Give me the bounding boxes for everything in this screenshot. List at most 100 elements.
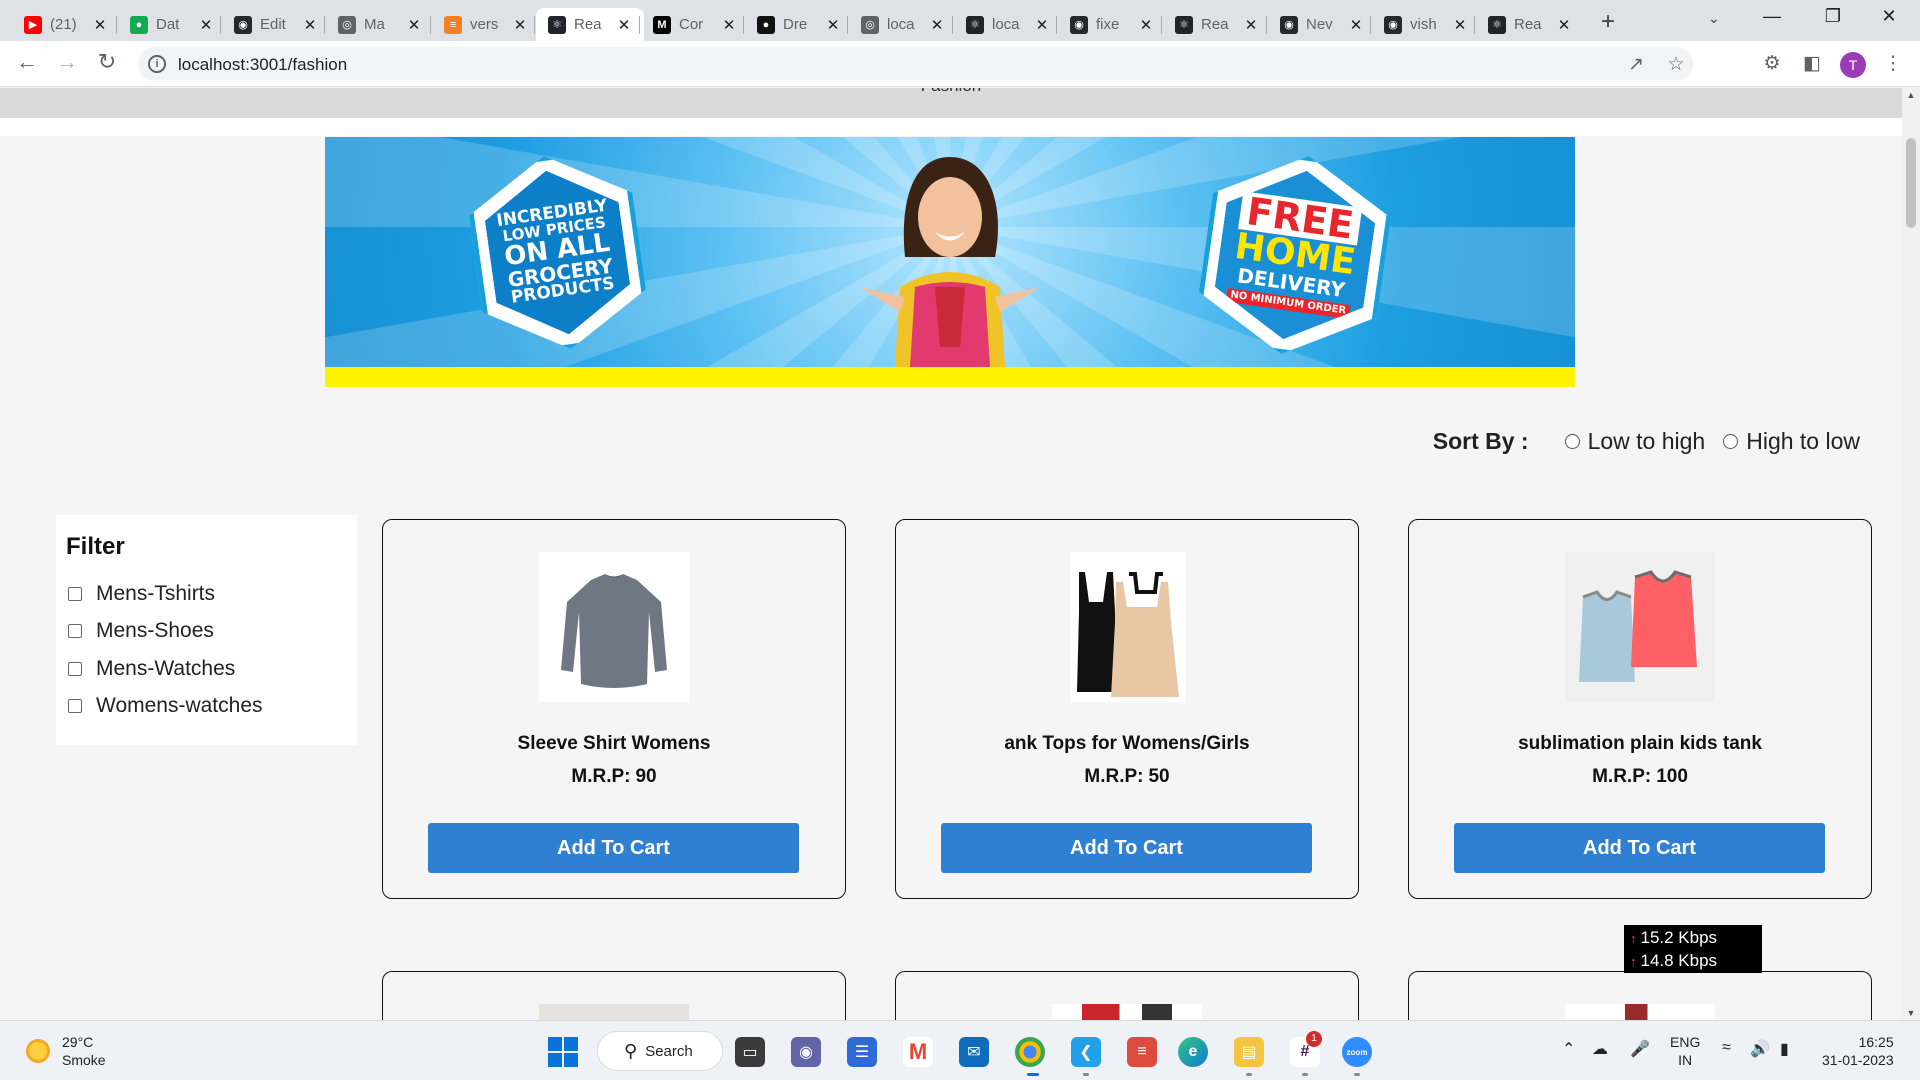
browser-tab[interactable]: ⚛ Rea ✕	[1476, 8, 1580, 41]
add-to-cart-button[interactable]: Add To Cart	[428, 823, 799, 873]
edge-icon[interactable]: e	[1178, 1037, 1208, 1067]
reload-icon[interactable]: ↻	[93, 49, 121, 75]
sort-high-to-low-radio[interactable]: High to low	[1723, 428, 1860, 455]
product-image-partial[interactable]	[539, 1004, 689, 1020]
filter-womens-watches[interactable]: Womens-watches	[66, 688, 347, 726]
radio-circle[interactable]	[1564, 434, 1580, 449]
profile-avatar[interactable]: T	[1840, 52, 1866, 78]
tab-close-icon[interactable]: ✕	[1452, 16, 1468, 34]
tab-close-icon[interactable]: ✕	[721, 16, 737, 34]
browser-tab[interactable]: ⚛ Rea ✕	[1163, 8, 1267, 41]
close-window-icon[interactable]: ✕	[1869, 6, 1909, 27]
browser-tab[interactable]: M Cor ✕	[641, 8, 745, 41]
checkbox[interactable]	[68, 699, 82, 714]
tab-close-icon[interactable]: ✕	[92, 16, 108, 34]
taskbar-search[interactable]: ⚲ Search	[597, 1031, 723, 1071]
tab-close-icon[interactable]: ✕	[929, 16, 945, 34]
browser-tab[interactable]: ◉ Edit ✕	[222, 8, 326, 41]
wifi-icon[interactable]: ≈	[1722, 1039, 1731, 1057]
product-image-kids-tanks[interactable]	[1565, 552, 1715, 702]
tab-close-icon[interactable]: ✕	[302, 16, 318, 34]
tab-close-icon[interactable]: ✕	[825, 16, 841, 34]
tab-close-icon[interactable]: ✕	[1348, 16, 1364, 34]
weather-widget[interactable]: 29°C Smoke	[24, 1033, 106, 1069]
browser-tab[interactable]: ◎ loca ✕	[849, 8, 953, 41]
stackoverflow-icon: ≡	[444, 15, 462, 34]
todoist-icon[interactable]: ≡	[1127, 1037, 1157, 1067]
network-speed-overlay: ↑ 15.2 Kbps ↑ 14.8 Kbps	[1624, 925, 1762, 973]
browser-tab[interactable]: ⚛ loca ✕	[954, 8, 1058, 41]
share-icon[interactable]: ↗	[1623, 53, 1649, 76]
page-scrollbar[interactable]: ▲ ▼	[1902, 88, 1920, 1020]
show-hidden-icons-chevron-icon[interactable]: ⌃	[1562, 1039, 1575, 1059]
chrome-icon[interactable]	[1015, 1037, 1045, 1067]
radio-circle[interactable]	[1723, 434, 1739, 449]
tab-close-icon[interactable]: ✕	[616, 16, 632, 34]
tab-close-icon[interactable]: ✕	[406, 16, 422, 34]
restore-icon[interactable]: ❐	[1813, 6, 1853, 27]
tab-search-icon[interactable]: ⌄	[1708, 10, 1720, 27]
file-explorer-icon[interactable]: ▤	[1234, 1037, 1264, 1067]
clock-date: 31-01-2023	[1822, 1052, 1894, 1068]
filter-mens-shoes[interactable]: Mens-Shoes	[66, 613, 347, 651]
microphone-icon[interactable]: 🎤	[1630, 1039, 1650, 1059]
minimize-icon[interactable]: —	[1752, 6, 1792, 27]
menu-kebab-icon[interactable]: ⋮	[1880, 52, 1906, 75]
browser-tab[interactable]: ≡ vers ✕	[432, 8, 536, 41]
tab-close-icon[interactable]: ✕	[1138, 16, 1154, 34]
tab-close-icon[interactable]: ✕	[512, 16, 528, 34]
github-icon: ◉	[234, 15, 252, 34]
tab-close-icon[interactable]: ✕	[1034, 16, 1050, 34]
browser-tab[interactable]: ◉ Nev ✕	[1268, 8, 1372, 41]
product-image-partial[interactable]	[1565, 1004, 1715, 1020]
site-info-icon[interactable]: i	[148, 55, 166, 73]
new-tab-button[interactable]: +	[1601, 8, 1615, 36]
battery-icon[interactable]: ▮	[1780, 1039, 1789, 1059]
start-button-icon[interactable]	[548, 1037, 578, 1067]
checkbox[interactable]	[68, 661, 82, 676]
vscode-icon[interactable]: ❮	[1071, 1037, 1101, 1067]
back-icon[interactable]: ←	[13, 49, 41, 75]
volume-icon[interactable]: 🔊	[1750, 1039, 1770, 1059]
sort-low-to-high-radio[interactable]: Low to high	[1564, 428, 1705, 455]
bookmark-star-icon[interactable]: ☆	[1663, 53, 1689, 76]
browser-tab[interactable]: ● Dat ✕	[118, 8, 222, 41]
language-indicator[interactable]: ENG IN	[1670, 1033, 1700, 1069]
product-image-camisoles[interactable]	[1071, 552, 1185, 702]
product-card: ank Tops for Womens/Girls M.R.P: 50 Add T…	[895, 519, 1359, 899]
browser-tab[interactable]: ● Dre ✕	[745, 8, 849, 41]
tab-separator	[1056, 16, 1057, 34]
filter-mens-watches[interactable]: Mens-Watches	[66, 650, 347, 688]
browser-tab[interactable]: ⚛ Rea ✕	[536, 8, 644, 41]
notepad-icon[interactable]: ☰	[847, 1037, 877, 1067]
mail-icon[interactable]: ✉	[959, 1037, 989, 1067]
browser-tab[interactable]: ◉ vish ✕	[1372, 8, 1476, 41]
filter-mens-tshirts[interactable]: Mens-Tshirts	[66, 575, 347, 613]
add-to-cart-button[interactable]: Add To Cart	[941, 823, 1312, 873]
teams-chat-icon[interactable]: ◉	[791, 1037, 821, 1067]
product-image-grey-tshirt[interactable]	[539, 552, 689, 702]
onedrive-icon[interactable]: ☁	[1592, 1039, 1608, 1059]
scrollbar-thumb[interactable]	[1906, 138, 1916, 228]
scroll-down-arrow-icon[interactable]: ▼	[1902, 1008, 1920, 1018]
checkbox[interactable]	[68, 586, 82, 601]
address-bar[interactable]: i localhost:3001/fashion ☆ ↗	[138, 47, 1693, 81]
zoom-icon[interactable]: zoom	[1342, 1037, 1372, 1067]
gmail-icon[interactable]: M	[903, 1037, 933, 1067]
browser-tab[interactable]: ◉ fixe ✕	[1058, 8, 1162, 41]
forward-icon[interactable]: →	[53, 49, 81, 75]
extensions-icon[interactable]: ⚙	[1759, 52, 1785, 75]
tab-close-icon[interactable]: ✕	[198, 16, 214, 34]
scroll-up-arrow-icon[interactable]: ▲	[1902, 90, 1920, 100]
add-to-cart-button[interactable]: Add To Cart	[1454, 823, 1825, 873]
browser-tab[interactable]: ◎ Ma ✕	[326, 8, 430, 41]
tab-close-icon[interactable]: ✕	[1556, 16, 1572, 34]
task-view-icon[interactable]: ▭	[735, 1037, 765, 1067]
browser-tab[interactable]: ▶ (21) ✕	[12, 8, 116, 41]
tab-close-icon[interactable]: ✕	[1243, 16, 1259, 34]
side-panel-icon[interactable]: ◧	[1799, 52, 1825, 75]
product-image-partial[interactable]	[1052, 1004, 1202, 1020]
promo-banner: INCREDIBLY LOW PRICES ON ALL GROCERY PRO…	[325, 137, 1575, 387]
checkbox[interactable]	[68, 624, 82, 639]
system-clock[interactable]: 16:25 31-01-2023	[1822, 1033, 1894, 1069]
